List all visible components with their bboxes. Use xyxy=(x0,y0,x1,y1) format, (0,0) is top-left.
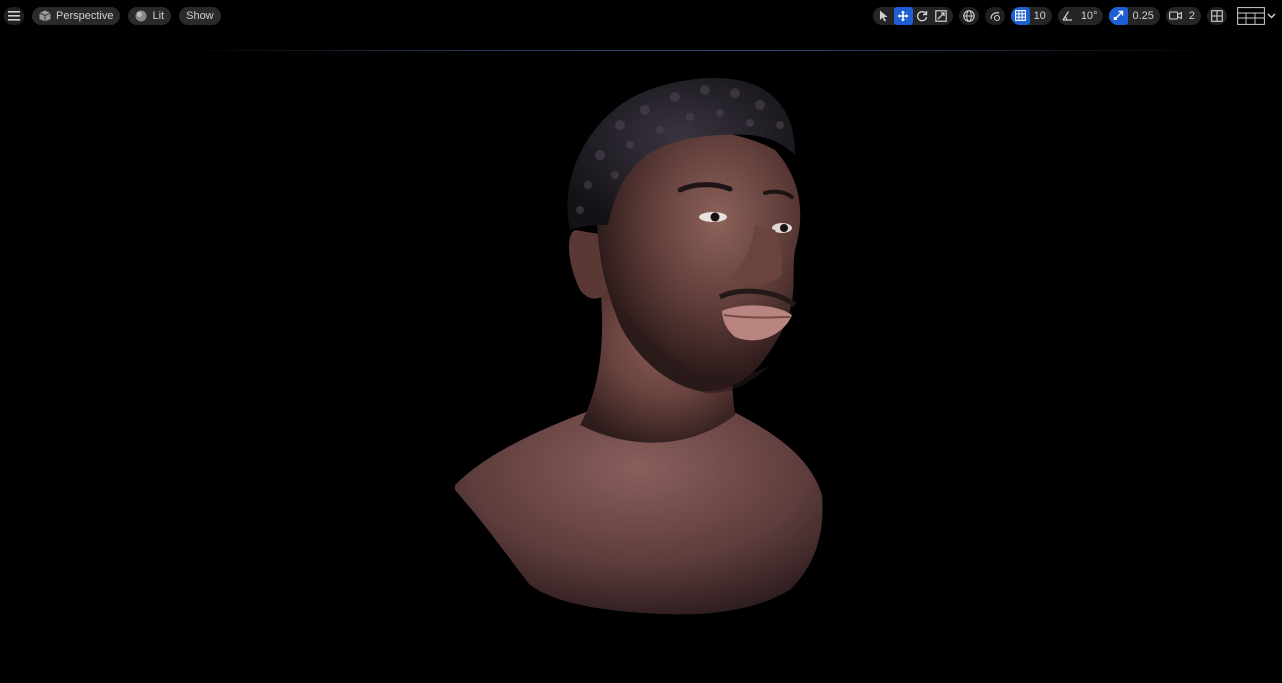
scale-snap-icon xyxy=(1113,10,1124,21)
camera-icon xyxy=(1168,10,1182,21)
coordinate-space-button[interactable] xyxy=(958,6,979,25)
rotation-snap-control[interactable]: 10° xyxy=(1057,6,1104,25)
move-icon xyxy=(897,10,909,22)
grid-snap-value: 10 xyxy=(1033,9,1046,22)
scale-snap-value: 0.25 xyxy=(1132,9,1154,22)
show-menu-button[interactable]: Show xyxy=(179,6,221,25)
head-bust-model[interactable] xyxy=(430,65,850,625)
grid-snap-toggle[interactable] xyxy=(1010,6,1030,25)
hamburger-icon xyxy=(8,10,20,21)
rotate-tool-button[interactable] xyxy=(913,7,932,25)
surface-snap-icon xyxy=(989,10,1001,22)
globe-icon xyxy=(962,9,975,22)
select-arrow-icon xyxy=(879,10,889,22)
level-viewport[interactable]: Perspective Lit Show 10 10° 0.25 2 xyxy=(0,0,1282,683)
layout-menu-button[interactable] xyxy=(1237,6,1276,25)
view-mode-button[interactable]: Lit xyxy=(128,6,172,25)
screen-layout-icon xyxy=(1237,6,1265,25)
scale-icon xyxy=(935,9,947,22)
viewport-toolbar-left: Perspective Lit Show xyxy=(4,6,221,25)
maximize-viewport-button[interactable] xyxy=(1207,6,1227,25)
camera-speed-control[interactable]: 2 xyxy=(1165,6,1201,25)
rotation-snap-toggle[interactable] xyxy=(1058,7,1077,25)
viewport-divider xyxy=(180,50,1230,51)
rotation-snap-value: 10° xyxy=(1080,9,1098,22)
scale-snap-toggle[interactable] xyxy=(1109,6,1129,25)
scale-snap-control[interactable]: 0.25 xyxy=(1109,6,1160,25)
grid-icon xyxy=(1014,10,1026,21)
surface-snap-button[interactable] xyxy=(984,6,1005,25)
viewport-toolbar-right: 10 10° 0.25 2 xyxy=(872,6,1276,25)
viewport-type-button[interactable]: Perspective xyxy=(32,6,121,25)
camera-speed-toggle[interactable] xyxy=(1166,7,1185,25)
transform-tools-group xyxy=(872,6,953,25)
sphere-icon xyxy=(135,10,147,22)
viewport-layout-icon xyxy=(1211,9,1223,22)
chevron-down-icon xyxy=(1267,13,1276,19)
grid-snap-control[interactable]: 10 xyxy=(1010,6,1052,25)
camera-speed-value: 2 xyxy=(1188,9,1195,22)
rotate-icon xyxy=(916,10,928,22)
viewport-type-label: Perspective xyxy=(56,9,114,22)
show-label: Show xyxy=(186,9,214,22)
select-tool-button[interactable] xyxy=(875,7,894,25)
move-tool-button[interactable] xyxy=(893,6,913,25)
angle-icon xyxy=(1062,10,1073,21)
view-mode-label: Lit xyxy=(152,9,165,22)
scale-tool-button[interactable] xyxy=(932,7,951,25)
viewport-options-button[interactable] xyxy=(4,6,24,25)
cube-icon xyxy=(39,10,51,22)
